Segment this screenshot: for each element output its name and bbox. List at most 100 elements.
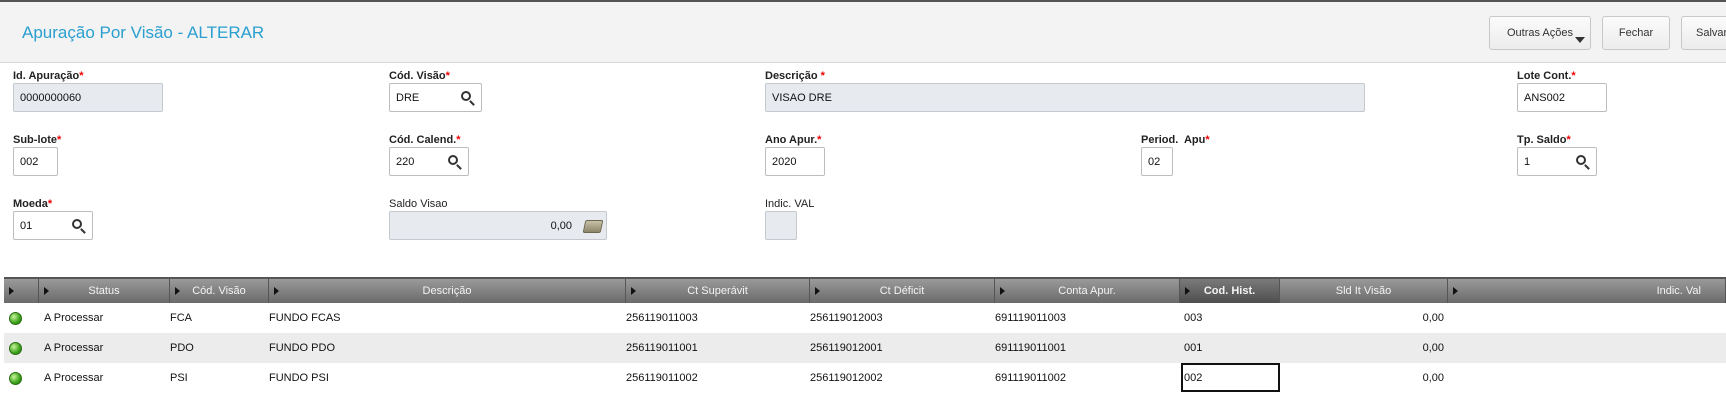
status-led-cell [9,303,34,333]
sort-arrow-icon [815,287,820,295]
sort-arrow-icon [175,287,180,295]
sld-it-visao-cell: 0,00 [1422,372,1444,384]
sub-lote-field[interactable]: 002 [13,147,58,176]
descricao-cell: FUNDO PSI [269,372,329,384]
cod-calend-label: Cód. Calend.* [389,134,461,146]
ct-superavit-cell: 256119011001 [626,342,698,354]
col-header-ct-superavit[interactable]: Ct Superávit [626,279,810,303]
page-title: Apuração Por Visão - ALTERAR [22,23,265,42]
cod-visao-cell: PDO [170,342,194,354]
cod-visao-label: Cód. Visão* [389,70,450,82]
saldo-visao-value: 0,00 [550,219,572,232]
green-status-icon [9,341,22,355]
col-header-sld-it-visao[interactable]: Sld It Visão [1280,279,1448,303]
sort-arrow-icon [9,287,14,295]
moeda-label: Moeda* [13,198,53,210]
ct-deficit-cell: 256119012002 [810,372,883,384]
status-led-cell [9,363,34,393]
period-apu-label: Period. Apu* [1141,134,1210,146]
indic-val-field[interactable] [765,211,797,240]
ano-apur-label: Ano Apur.* [765,134,822,146]
ano-apur-field[interactable]: 2020 [765,147,825,176]
sort-arrow-icon [44,287,49,295]
sort-arrow-icon [1185,287,1190,295]
col-header-cod-visao[interactable]: Cód. Visão [170,279,269,303]
conta-apur-cell: 691119011002 [995,372,1066,384]
col-header-descricao[interactable]: Descrição [269,279,626,303]
ct-deficit-cell: 256119012001 [810,342,883,354]
col-header-label: Ct Déficit [879,285,925,297]
search-icon[interactable] [1576,155,1586,165]
col-header-cod-hist[interactable]: Cod. Hist. [1180,279,1280,303]
col-header-label: Conta Apur. [1058,285,1116,297]
tp-saldo-label: Tp. Saldo* [1517,134,1571,146]
conta-apur-cell: 691119011003 [995,312,1066,324]
page-header: Apuração Por Visão - ALTERAR Outras Açõe… [0,2,1726,63]
col-header-label: Cód. Visão [192,285,246,297]
col-header-conta-apur[interactable]: Conta Apur. [995,279,1180,303]
status-led-cell [9,333,34,363]
cod-calend-value: 220 [396,155,415,168]
indic-val-label: Indic. VAL [765,198,815,210]
close-label: Fechar [1618,27,1654,39]
sort-arrow-icon [1453,287,1458,295]
descricao-cell: FUNDO PDO [269,342,335,354]
search-icon[interactable] [448,155,458,165]
col-header-label: Ct Superávit [687,285,748,297]
cod-hist-cell[interactable]: 003 [1184,303,1280,333]
grid-header: Status Cód. Visão Descrição Ct Superávit… [4,277,1726,303]
descricao-cell: FUNDO FCAS [269,312,341,324]
save-button[interactable]: Salvar [1681,16,1726,50]
search-icon[interactable] [72,219,82,229]
status-cell: A Processar [44,342,104,354]
calculator-icon[interactable] [582,220,604,233]
ct-deficit-cell: 256119012003 [810,312,883,324]
col-header-status[interactable]: Status [39,279,170,303]
saldo-visao-label: Saldo Visao [389,198,448,210]
search-icon[interactable] [461,91,471,101]
moeda-value: 01 [20,219,33,232]
sort-arrow-icon [274,287,279,295]
table-row[interactable]: A Processar PDO FUNDO PDO 256119011001 2… [4,333,1726,363]
tp-saldo-value: 1 [1524,155,1531,168]
table-row[interactable]: A Processar FCA FUNDO FCAS 256119011003 … [4,303,1726,333]
chevron-down-icon [1575,37,1585,43]
col-header-label: Indic. Val [1656,285,1701,297]
col-header-label: Cod. Hist. [1203,285,1256,297]
data-grid: Status Cód. Visão Descrição Ct Superávit… [4,277,1726,404]
other-actions-button[interactable]: Outras Ações [1489,16,1591,50]
status-cell: A Processar [44,372,104,384]
conta-apur-cell: 691119011001 [995,342,1066,354]
active-cell-focus [1181,363,1280,392]
id-apuracao-field[interactable]: 0000000060 [13,83,163,112]
col-header-label: Status [88,285,120,297]
col-header-status-icon[interactable] [4,279,39,303]
cod-visao-cell: FCA [170,312,192,324]
descricao-field[interactable]: VISAO DRE [765,83,1365,112]
saldo-visao-field[interactable]: 0,00 [389,211,607,240]
id-apuracao-label: Id. Apuração* [13,70,84,82]
sld-it-visao-cell: 0,00 [1422,342,1444,354]
col-header-indic-val[interactable]: Indic. Val [1448,279,1726,303]
col-header-label: Sld It Visão [1335,285,1392,297]
cod-hist-cell[interactable]: 001 [1184,333,1280,363]
close-button[interactable]: Fechar [1602,16,1670,50]
sort-arrow-icon [1000,287,1005,295]
col-header-label: Descrição [422,285,472,297]
table-row[interactable]: A Processar PSI FUNDO PSI 256119011002 2… [4,363,1726,393]
period-apu-field[interactable]: 02 [1141,147,1173,176]
sld-it-visao-cell: 0,00 [1422,312,1444,324]
green-status-icon [9,311,22,325]
sort-arrow-icon [631,287,636,295]
col-header-ct-deficit[interactable]: Ct Déficit [810,279,995,303]
cod-visao-cell: PSI [170,372,188,384]
ct-superavit-cell: 256119011003 [626,312,698,324]
save-label: Salvar [1696,27,1726,39]
cod-visao-value: DRE [396,91,420,104]
other-actions-label: Outras Ações [1506,27,1574,39]
lote-cont-field[interactable]: ANS002 [1517,83,1607,112]
descricao-label: Descrição * [765,70,825,82]
green-status-icon [9,371,22,385]
status-cell: A Processar [44,312,104,324]
sub-lote-label: Sub-lote* [13,134,62,146]
